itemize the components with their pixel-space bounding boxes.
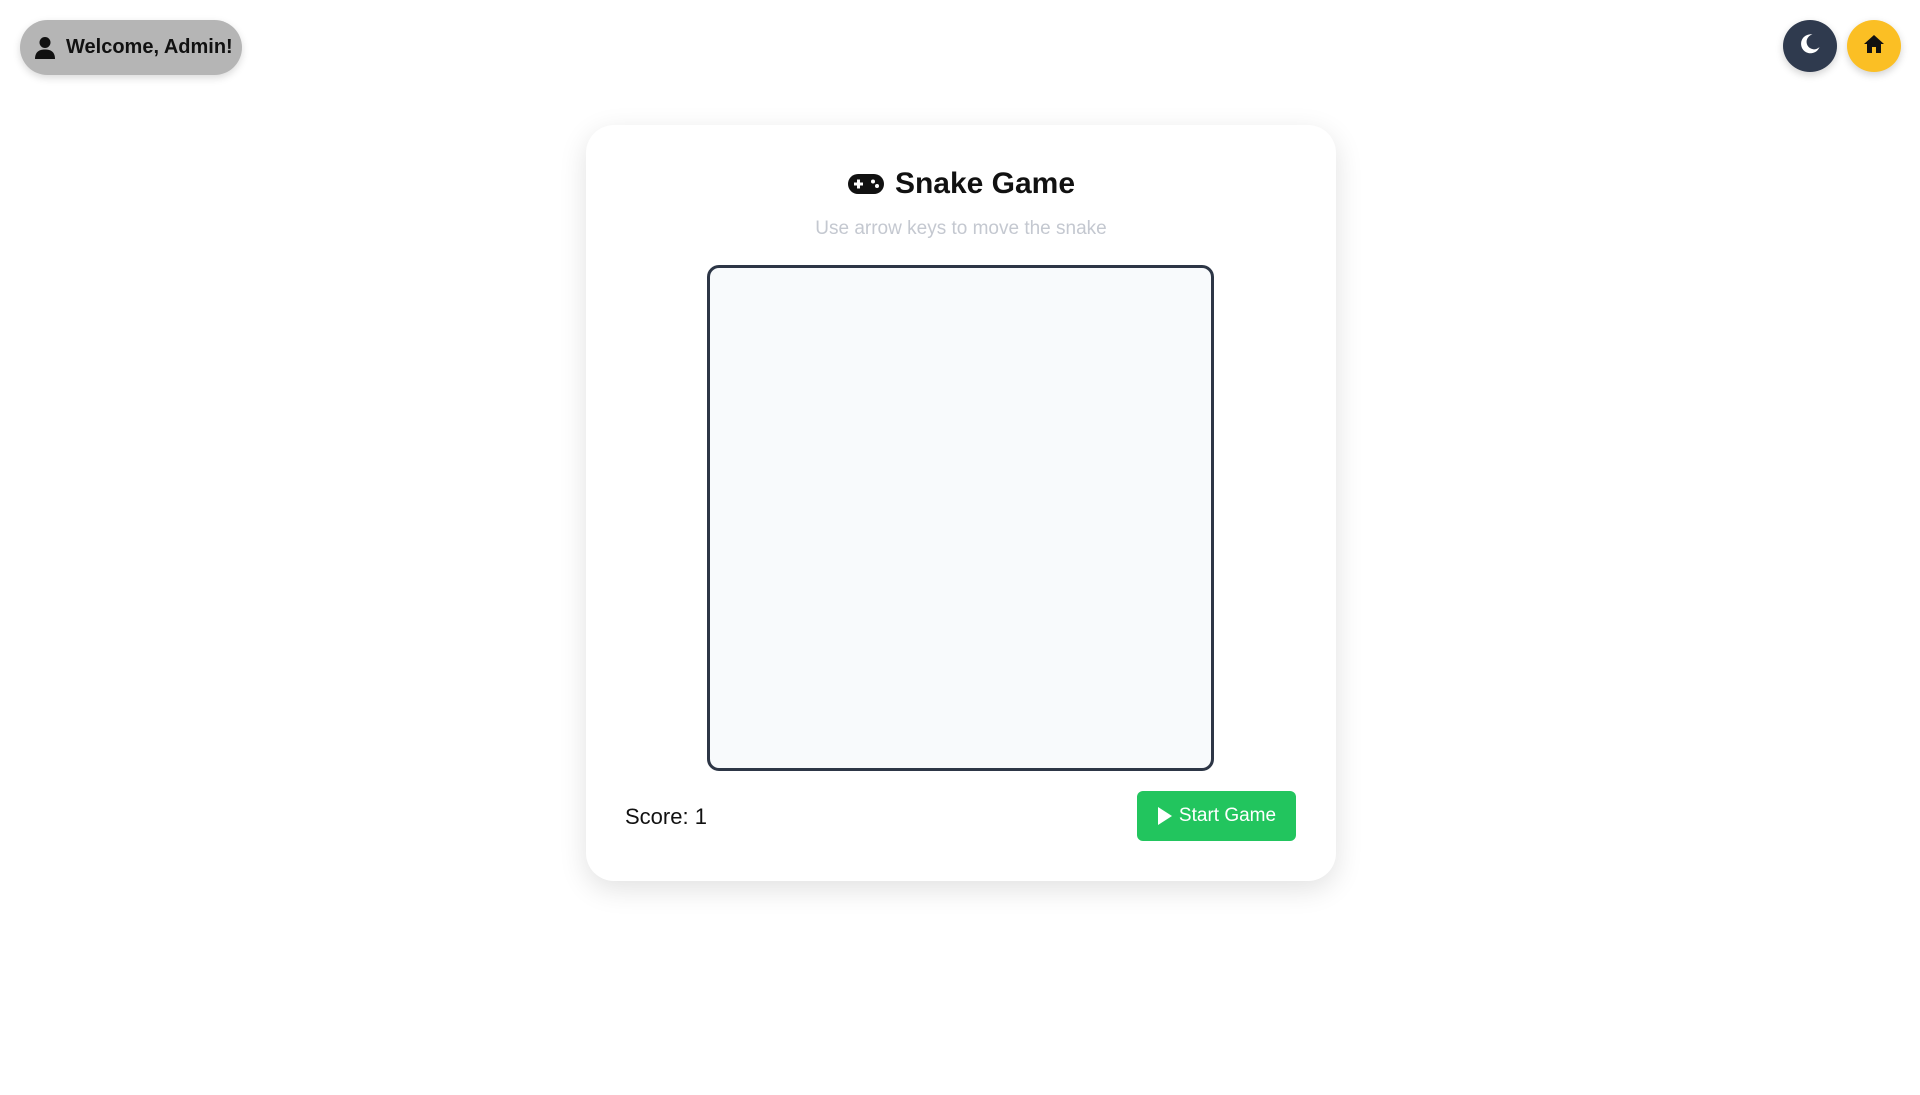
score-display: Score: 1 xyxy=(625,804,707,829)
welcome-badge: Welcome, Admin! xyxy=(20,20,242,75)
user-icon xyxy=(34,36,56,60)
start-game-label: Start Game xyxy=(1178,805,1277,826)
title-row: Snake Game xyxy=(586,167,1336,201)
gamepad-icon xyxy=(847,171,885,197)
moon-icon xyxy=(1798,32,1822,61)
page-title: Snake Game xyxy=(894,167,1076,200)
welcome-text: Welcome, Admin! xyxy=(66,36,233,58)
play-icon xyxy=(1157,806,1173,826)
home-icon xyxy=(1862,32,1886,61)
game-card: Snake Game Use arrow keys to move the sn… xyxy=(586,125,1336,881)
start-game-button[interactable]: Start Game xyxy=(1137,791,1296,841)
theme-toggle-button[interactable] xyxy=(1783,20,1837,72)
instructions-text: Use arrow keys to move the snake xyxy=(815,218,1107,239)
home-button[interactable] xyxy=(1847,20,1901,72)
game-board[interactable] xyxy=(707,265,1214,771)
